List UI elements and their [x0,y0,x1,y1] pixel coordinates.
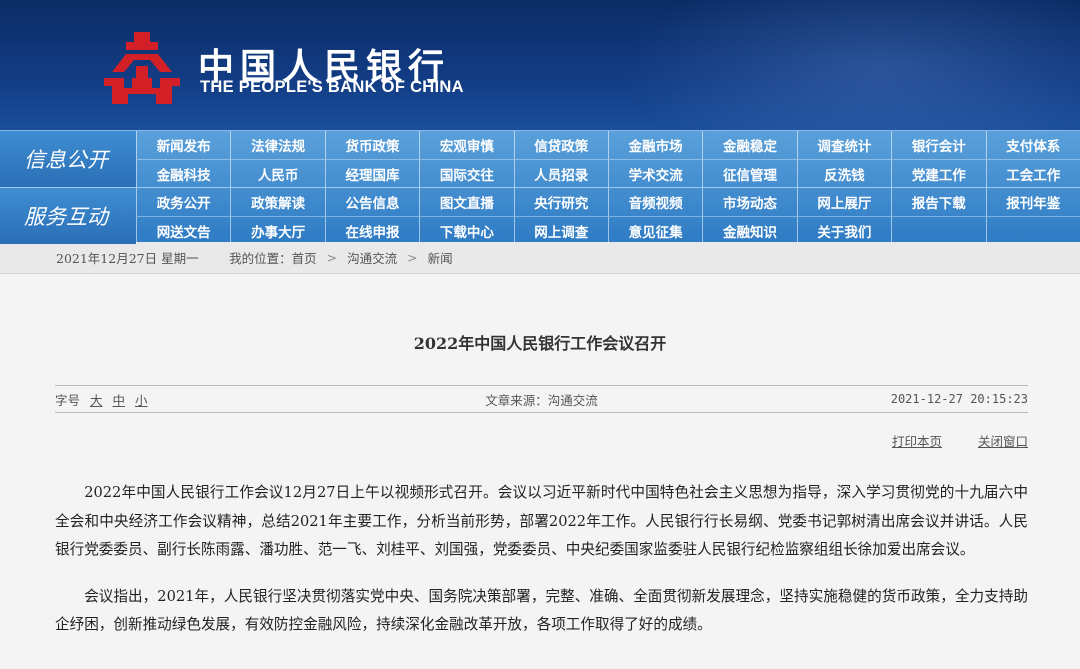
nav-info-item-14[interactable]: 人员招录 [513,159,608,187]
article-title: 2022年中国人民银行工作会议召开 [413,334,667,353]
nav-service-item-17[interactable]: 关于我们 [796,216,892,244]
nav-service-item-16[interactable]: 金融知识 [702,216,797,244]
nav-service-item-5[interactable]: 音频视频 [607,188,702,216]
article-meta: 字号 大 中 小 文章来源：沟通交流 2021-12-27 20:15:23 [55,385,1028,413]
site-name-en[interactable]: THE PEOPLE'S BANK OF CHINA [200,78,464,97]
nav-info-item-12[interactable]: 经理国库 [324,159,420,187]
main-nav: 信息公开 新闻发布 法律法规 货币政策 宏观审慎 信贷政策 金融市场 金融稳定 调查统计 银行会… [0,130,1080,244]
nav-info-item-13[interactable]: 国际交往 [419,159,514,187]
nav-group-label-service: 服务互动 [0,188,136,244]
nav-group-label-info: 信息公开 [0,131,136,187]
nav-service-item-1[interactable]: 政策解读 [230,188,324,216]
nav-info-item-18[interactable]: 党建工作 [891,159,986,187]
nav-service-item-9[interactable]: 报刊年鉴 [985,188,1080,216]
nav-info-item-5[interactable]: 金融市场 [607,131,702,159]
article-paragraph: 2022年中国人民银行工作会议12月27日上午以视频形式召开。会议以习近平新时代… [55,484,1028,558]
article-source: 文章来源：沟通交流 [485,392,598,408]
pboc-emblem-icon[interactable] [100,30,184,106]
nav-info-item-6[interactable]: 金融稳定 [702,131,796,159]
breadcrumb-level2[interactable]: 新闻 [428,248,453,267]
nav-service-item-18 [891,216,986,244]
site-header: 中国人民银行 THE PEOPLE'S BANK OF CHINA [0,0,1080,130]
nav-info-item-8[interactable]: 银行会计 [891,131,985,159]
nav-grid-service: 政务公开 政策解读 公告信息 图文直播 央行研究 音频视频 市场动态 网上展厅 报告下载 报刊年鉴… [136,188,1080,244]
nav-info-item-0[interactable]: 新闻发布 [136,131,230,159]
nav-info-item-16[interactable]: 征信管理 [702,159,797,187]
breadcrumb-level1[interactable]: 沟通交流 [347,248,397,267]
breadcrumb-separator: > [326,250,338,265]
font-small-link[interactable]: 小 [135,393,148,408]
nav-service-item-0[interactable]: 政务公开 [136,188,230,216]
nav-info-item-15[interactable]: 学术交流 [607,159,703,187]
nav-group-service: 服务互动 政务公开 政策解读 公告信息 图文直播 央行研究 音频视频 市场动态 网上展厅 报告下… [0,187,1080,244]
breadcrumb-home[interactable]: 我的位置：首页 [229,248,317,267]
nav-service-item-4[interactable]: 央行研究 [513,188,608,216]
article-body: 2022年中国人民银行工作会议12月27日上午以视频形式召开。会议以习近平新时代… [55,479,1028,658]
font-large-link[interactable]: 大 [90,393,103,408]
article: 2022年中国人民银行工作会议召开 字号 大 中 小 文章来源：沟通交流 202… [0,274,1080,669]
nav-info-item-7[interactable]: 调查统计 [796,131,891,159]
nav-service-item-13[interactable]: 下载中心 [419,216,514,244]
nav-service-item-15[interactable]: 意见征集 [607,216,703,244]
font-medium-link[interactable]: 中 [113,393,126,408]
nav-info-item-10[interactable]: 金融科技 [136,159,231,187]
nav-info-item-19[interactable]: 工会工作 [985,159,1080,187]
nav-info-item-9[interactable]: 支付体系 [985,131,1080,159]
current-date: 2021年12月27日 星期一 [56,251,199,266]
nav-service-item-2[interactable]: 公告信息 [324,188,419,216]
article-tools: 打印本页 关闭窗口 [860,431,1028,450]
nav-info-item-4[interactable]: 信贷政策 [513,131,608,159]
nav-service-item-8[interactable]: 报告下载 [891,188,985,216]
print-page-link[interactable]: 打印本页 [892,434,942,449]
nav-info-item-11[interactable]: 人民币 [230,159,325,187]
nav-service-item-3[interactable]: 图文直播 [419,188,513,216]
nav-service-item-11[interactable]: 办事大厅 [230,216,325,244]
breadcrumb: 2021年12月27日 星期一 > 我的位置：首页 > 沟通交流 > 新闻 [0,242,1080,274]
nav-service-item-14[interactable]: 网上调查 [513,216,608,244]
nav-service-item-19 [985,216,1080,244]
nav-info-item-17[interactable]: 反洗钱 [796,159,892,187]
font-size-label: 字号 [55,392,81,408]
nav-grid-info: 新闻发布 法律法规 货币政策 宏观审慎 信贷政策 金融市场 金融稳定 调查统计 银行会计 支付体系… [136,131,1080,187]
article-datetime: 2021-12-27 20:15:23 [890,392,1028,406]
nav-info-item-3[interactable]: 宏观审慎 [419,131,513,159]
nav-service-item-6[interactable]: 市场动态 [702,188,796,216]
nav-service-item-12[interactable]: 在线申报 [324,216,420,244]
font-size-controls: 字号 大 中 小 [55,390,355,409]
nav-info-item-2[interactable]: 货币政策 [324,131,419,159]
nav-info-item-1[interactable]: 法律法规 [230,131,324,159]
close-window-link[interactable]: 关闭窗口 [978,434,1028,449]
nav-group-info: 信息公开 新闻发布 法律法规 货币政策 宏观审慎 信贷政策 金融市场 金融稳定 调查统计 银行会… [0,131,1080,187]
breadcrumb-separator: > [407,250,418,265]
article-paragraph: 会议指出，2021年，人民银行坚决贯彻落实党中央、国务院决策部署，完整、准确、全… [55,587,1028,634]
nav-service-item-7[interactable]: 网上展厅 [796,188,891,216]
nav-service-item-10[interactable]: 网送文告 [136,216,231,244]
